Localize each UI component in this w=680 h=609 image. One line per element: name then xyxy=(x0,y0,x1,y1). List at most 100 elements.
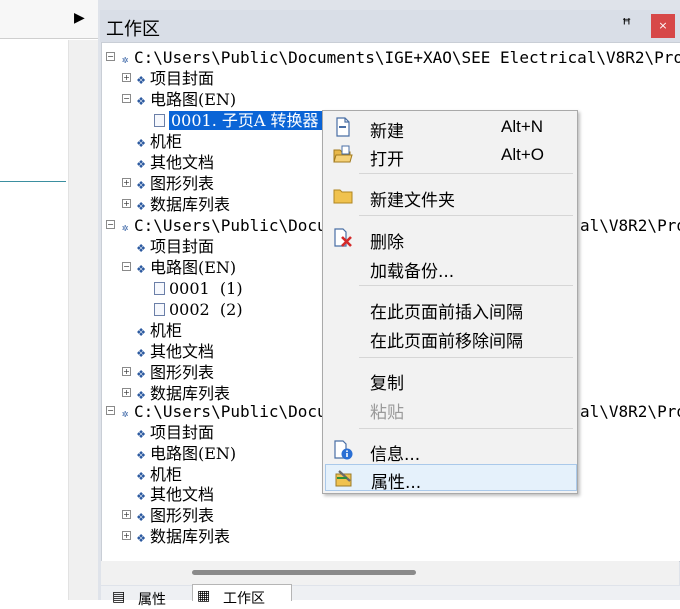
tree-item-cover[interactable]: ❖ 项目封面 xyxy=(134,236,214,257)
page-icon xyxy=(154,282,165,295)
menu-item-properties[interactable]: 属性... xyxy=(325,464,577,493)
menu-item-open[interactable]: 打开 Alt+O xyxy=(325,142,575,170)
close-button[interactable]: × xyxy=(651,14,675,38)
tree-item-label: 图形列表 xyxy=(150,363,215,382)
project-path: C:\Users\Public\Documents\IGE+XAO\SEE El… xyxy=(134,48,680,67)
tab-label: 属性 xyxy=(138,592,166,608)
tree-item-label: 项目封面 xyxy=(150,69,215,88)
menu-label: 删除 xyxy=(370,233,404,253)
project-path-start: C:\Users\Public\Docu xyxy=(134,216,327,235)
menu-item-insert-gap[interactable]: 在此页面前插入间隔 xyxy=(325,295,575,323)
properties-tab-icon: ▤ xyxy=(112,589,126,605)
tree-item-cover[interactable]: + ❖ 项目封面 xyxy=(122,68,214,89)
project-icon: ✲ xyxy=(121,407,129,420)
folder-node-icon: ❖ xyxy=(136,179,146,192)
tree-item-other-docs[interactable]: ❖ 其他文档 xyxy=(134,341,214,362)
page-label: 0002 (2) xyxy=(169,300,243,319)
tree-item-label: 电路图(EN) xyxy=(150,90,237,109)
collapse-toggle-icon[interactable]: − xyxy=(122,94,131,103)
folder-node-icon: ❖ xyxy=(136,532,146,545)
menu-label: 属性... xyxy=(371,473,422,493)
menu-label: 粘贴 xyxy=(370,403,404,423)
tree-project-2[interactable]: − ✲ C:\Users\Public\Docu xyxy=(106,215,327,236)
tree-item-label: 数据库列表 xyxy=(150,527,231,546)
workspace-header xyxy=(100,10,680,42)
tree-item-cabinet[interactable]: ❖ 机柜 xyxy=(134,131,182,152)
folder-node-icon: ❖ xyxy=(136,137,146,150)
project-path-end: al\V8R2\Pro xyxy=(580,216,680,235)
expand-arrow-icon[interactable]: ▶ xyxy=(74,10,85,26)
folder-node-icon: ❖ xyxy=(136,74,146,87)
tree-item-label: 机柜 xyxy=(150,465,183,484)
menu-item-copy[interactable]: 复制 xyxy=(325,366,575,394)
tree-item-schematic[interactable]: ❖ 电路图(EN) xyxy=(134,443,236,464)
pin-icon[interactable]: ꟸ xyxy=(622,15,631,34)
menu-label: 在此页面前插入间隔 xyxy=(370,303,523,323)
folder-node-icon: ❖ xyxy=(136,158,146,171)
menu-label: 信息... xyxy=(370,445,421,465)
tree-item-schematic[interactable]: − ❖ 电路图(EN) xyxy=(122,257,236,278)
expand-toggle-icon[interactable]: + xyxy=(122,73,131,82)
collapse-toggle-icon[interactable]: − xyxy=(106,220,115,229)
menu-label: 加载备份... xyxy=(370,262,455,282)
menu-label: 打开 xyxy=(370,150,404,170)
tab-label: 工作区 xyxy=(223,591,265,607)
expand-toggle-icon[interactable]: + xyxy=(122,367,131,376)
project-icon: ✲ xyxy=(121,221,129,234)
menu-label: 复制 xyxy=(370,374,404,394)
tree-item-cabinet[interactable]: ❖ 机柜 xyxy=(134,320,182,341)
tree-project-3[interactable]: − ✲ C:\Users\Public\Docu xyxy=(106,401,327,422)
context-menu: 新建 Alt+N 打开 Alt+O 新建文件夹 删除 加载备份... 在此页面前… xyxy=(322,110,578,494)
folder-node-icon: ❖ xyxy=(136,490,146,503)
project-path-start: C:\Users\Public\Docu xyxy=(134,402,327,421)
folder-node-icon: ❖ xyxy=(136,368,146,381)
menu-shortcut: Alt+N xyxy=(501,117,544,136)
collapse-toggle-icon[interactable]: − xyxy=(106,406,115,415)
expand-toggle-icon[interactable]: + xyxy=(122,388,131,397)
tree-page[interactable]: 0002 (2) xyxy=(154,299,243,320)
tree-item-label: 图形列表 xyxy=(150,506,215,525)
tab-properties[interactable]: ▤ 属性 xyxy=(108,586,188,608)
tab-workspace[interactable]: ▦ 工作区 xyxy=(192,584,292,607)
menu-item-load-backup[interactable]: 加载备份... xyxy=(325,254,575,282)
menu-item-remove-gap[interactable]: 在此页面前移除间隔 xyxy=(325,324,575,352)
delete-icon xyxy=(334,228,352,247)
tree-item-other-docs[interactable]: ❖ 其他文档 xyxy=(134,484,214,505)
tree-page-selected[interactable]: 0001. 子页A 转换器 xyxy=(154,110,323,131)
collapse-toggle-icon[interactable]: − xyxy=(106,52,115,61)
menu-item-paste[interactable]: 粘贴 xyxy=(325,395,575,423)
folder-icon xyxy=(333,189,353,204)
tree-item-database-lists[interactable]: + ❖ 数据库列表 xyxy=(122,194,230,215)
tree-item-other-docs[interactable]: ❖ 其他文档 xyxy=(134,152,214,173)
page-label: 0001 (1) xyxy=(169,279,243,298)
open-folder-icon xyxy=(333,145,353,163)
tree-item-cabinet[interactable]: ❖ 机柜 xyxy=(134,464,182,485)
tree-item-graphic-lists[interactable]: + ❖ 图形列表 xyxy=(122,173,214,194)
menu-item-info[interactable]: 信息... xyxy=(325,437,575,465)
page-icon xyxy=(154,114,165,127)
collapse-toggle-icon[interactable]: − xyxy=(122,262,131,271)
tree-item-schematic[interactable]: − ❖ 电路图(EN) xyxy=(122,89,236,110)
tree-item-graphic-lists[interactable]: + ❖ 图形列表 xyxy=(122,362,214,383)
tree-project-1[interactable]: − ✲ C:\Users\Public\Documents\IGE+XAO\SEE… xyxy=(106,47,680,68)
expand-toggle-icon[interactable]: + xyxy=(122,199,131,208)
tree-item-label: 数据库列表 xyxy=(150,195,231,214)
menu-item-delete[interactable]: 删除 xyxy=(325,225,575,253)
tree-item-cover[interactable]: ❖ 项目封面 xyxy=(134,422,214,443)
folder-node-icon: ❖ xyxy=(136,511,146,524)
tree-page[interactable]: 0001 (1) xyxy=(154,278,243,299)
expand-toggle-icon[interactable]: + xyxy=(122,178,131,187)
tree-item-label: 其他文档 xyxy=(150,485,215,504)
menu-item-new-folder[interactable]: 新建文件夹 xyxy=(325,183,575,211)
horizontal-scrollbar-thumb[interactable] xyxy=(192,570,416,575)
menu-separator xyxy=(359,428,573,429)
expand-toggle-icon[interactable]: + xyxy=(122,531,131,540)
menu-separator xyxy=(359,215,573,216)
expand-toggle-icon[interactable]: + xyxy=(122,510,131,519)
left-panel-scrollbar[interactable] xyxy=(68,40,99,600)
folder-node-icon: ❖ xyxy=(136,263,146,276)
tree-item-database-lists[interactable]: + ❖ 数据库列表 xyxy=(122,526,230,547)
menu-item-new[interactable]: 新建 Alt+N xyxy=(325,114,575,142)
tree-item-graphic-lists[interactable]: + ❖ 图形列表 xyxy=(122,505,214,526)
folder-node-icon: ❖ xyxy=(136,428,146,441)
